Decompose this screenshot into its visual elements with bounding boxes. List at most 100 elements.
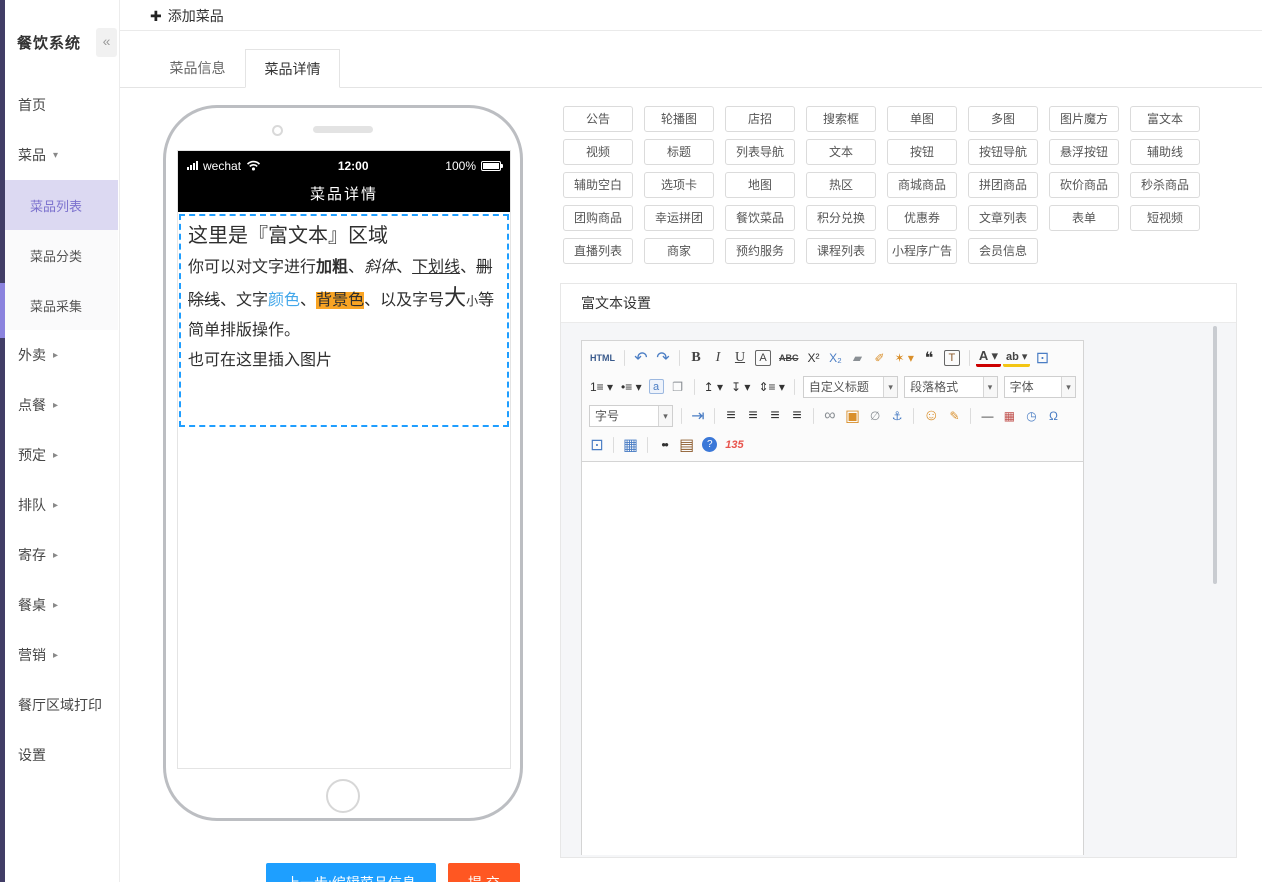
component-button[interactable]: 地图 [725,172,795,198]
blockquote-icon[interactable]: ❝ [919,347,939,369]
panel-scrollbar-thumb[interactable] [1213,326,1217,584]
component-button[interactable]: 热区 [806,172,876,198]
sidebar-item-dish-collect[interactable]: 菜品采集 [5,280,118,330]
new-page-icon[interactable]: ❐ [668,376,688,398]
component-button[interactable]: 直播列表 [563,238,633,264]
paste-icon[interactable]: ▤ [676,434,697,456]
custom-heading-select[interactable]: 自定义标题 ▾ [802,375,899,398]
sidebar-item-reservation[interactable]: 预定 ▸ [5,430,118,480]
bold-icon[interactable]: B [686,347,706,369]
time-icon[interactable]: ◷ [1021,405,1041,427]
scrawl-icon[interactable]: ✎ [944,405,964,427]
help-icon[interactable]: ? [702,437,718,452]
component-button[interactable]: 搜索框 [806,106,876,132]
component-button[interactable]: 轮播图 [644,106,714,132]
component-button[interactable]: 商家 [644,238,714,264]
align-right-icon[interactable]: ≡ [765,405,785,427]
align-justify-icon[interactable]: ≡ [787,405,807,427]
component-button[interactable]: 拼团商品 [968,172,1038,198]
component-button[interactable]: 图片魔方 [1049,106,1119,132]
component-button[interactable]: 单图 [887,106,957,132]
preview-icon[interactable]: ⊡ [587,434,607,456]
align-left-icon[interactable]: ≡ [721,405,741,427]
font-size-select[interactable]: 字号 ▾ [589,404,673,427]
sidebar-item-tables[interactable]: 餐桌 ▸ [5,580,118,630]
paste-text-icon[interactable]: T [943,349,960,366]
component-button[interactable]: 多图 [968,106,1038,132]
sidebar-item-dish-category[interactable]: 菜品分类 [5,230,118,280]
sidebar-item-takeout[interactable]: 外卖 ▸ [5,330,118,380]
strikethrough-icon[interactable]: ABC [776,347,802,369]
component-button[interactable]: 视频 [563,139,633,165]
auto-link-icon[interactable]: a [648,379,664,394]
horizontal-rule-icon[interactable]: — [977,405,997,427]
anchor-icon[interactable]: ⚓ [887,405,907,427]
tab-dish-info[interactable]: 菜品信息 [150,49,245,87]
eraser-icon[interactable]: ▰ [848,347,868,369]
search-replace-icon[interactable]: ●● [654,434,674,456]
component-button[interactable]: 表单 [1049,205,1119,231]
component-button[interactable]: 砍价商品 [1049,172,1119,198]
underline-icon[interactable]: U [730,347,750,369]
sidebar-collapse-button[interactable]: « [96,28,117,57]
component-button[interactable]: 文本 [806,139,876,165]
redo-icon[interactable]: ↷ [653,347,673,369]
font-family-select[interactable]: 字体 ▾ [1003,375,1076,398]
editor-content-area[interactable] [582,462,1083,855]
font-color-icon[interactable]: A ▾ [975,348,1001,367]
sidebar-item-dishes[interactable]: 菜品 ▾ [5,130,118,180]
component-button[interactable]: 列表导航 [725,139,795,165]
border-text-icon[interactable]: A [755,349,771,366]
sidebar-item-area-print[interactable]: 餐厅区域打印 [5,680,118,730]
unordered-list-icon[interactable]: •≡ ▾ [618,376,645,398]
sidebar-item-dish-list[interactable]: 菜品列表 [5,180,118,230]
component-button[interactable]: 文章列表 [968,205,1038,231]
submit-button[interactable]: 提 交 [448,863,520,882]
component-button[interactable]: 秒杀商品 [1130,172,1200,198]
highlight-color-icon[interactable]: ab ▾ [1002,349,1031,367]
component-button[interactable]: 店招 [725,106,795,132]
component-button[interactable]: 富文本 [1130,106,1200,132]
add-dish-button[interactable]: ✚ 添加菜品 [150,4,224,28]
component-button[interactable]: 预约服务 [725,238,795,264]
image-icon[interactable]: ▣ [842,405,863,427]
component-button[interactable]: 短视频 [1130,205,1200,231]
date-icon[interactable]: ▦ [999,405,1019,427]
component-button[interactable]: 餐饮菜品 [725,205,795,231]
component-button[interactable]: 辅助空白 [563,172,633,198]
subscript-icon[interactable]: X₂ [826,347,846,369]
component-button[interactable]: 团购商品 [563,205,633,231]
format-painter-icon[interactable]: ✐ [870,347,890,369]
line-height-icon[interactable]: ⇕≡ ▾ [755,376,787,398]
sidebar-item-home[interactable]: 首页 [5,80,118,130]
component-button[interactable]: 会员信息 [968,238,1038,264]
component-button[interactable]: 按钮 [887,139,957,165]
paragraph-space-top-icon[interactable]: ↥ ▾ [701,376,726,398]
indent-icon[interactable]: ⇥ [688,405,708,427]
richtext-component-selected[interactable]: 这里是『富文本』区域 你可以对文字进行加粗、斜体、下划线、删除线、文字颜色、背景… [179,214,509,427]
sidebar-item-storage[interactable]: 寄存 ▸ [5,530,118,580]
component-button[interactable]: 标题 [644,139,714,165]
sidebar-item-marketing[interactable]: 营销 ▸ [5,630,118,680]
special-char-icon[interactable]: Ω [1043,405,1063,427]
undo-icon[interactable]: ↶ [631,347,651,369]
html-source-icon[interactable]: HTML [587,347,618,369]
component-button[interactable]: 选项卡 [644,172,714,198]
prev-step-button[interactable]: 上一步:编辑菜品信息 [266,863,436,882]
sidebar-item-queue[interactable]: 排队 ▸ [5,480,118,530]
component-button[interactable]: 积分兑换 [806,205,876,231]
component-button[interactable]: 商城商品 [887,172,957,198]
auto-typeset-icon[interactable]: ✶ ▾ [892,347,917,369]
paragraph-space-bottom-icon[interactable]: ↧ ▾ [728,376,753,398]
link-icon[interactable]: ∞ [820,405,840,427]
table-icon[interactable]: ▦ [620,434,641,456]
emoji-icon[interactable]: ☺ [920,405,942,427]
component-button[interactable]: 幸运拼团 [644,205,714,231]
unlink-icon[interactable]: ∅ [865,405,885,427]
italic-icon[interactable]: I [708,347,728,369]
component-button[interactable]: 优惠券 [887,205,957,231]
sidebar-item-ordering[interactable]: 点餐 ▸ [5,380,118,430]
paragraph-format-select[interactable]: 段落格式 ▾ [904,375,998,398]
superscript-icon[interactable]: X² [804,347,824,369]
align-center-icon[interactable]: ≡ [743,405,763,427]
